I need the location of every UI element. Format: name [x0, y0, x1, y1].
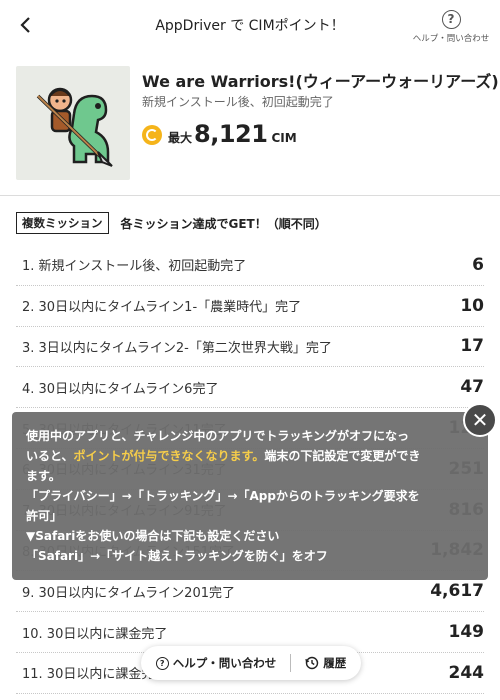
notice-line: 許可」 [26, 509, 63, 523]
notice-line: ▼Safariをお使いの場合は下記も設定ください [26, 529, 280, 543]
max-label: 最大 [168, 131, 193, 145]
notice-line: 使用中のアプリと、チャレンジ中のアプリでトラッキングがオフになっ [26, 429, 410, 443]
floating-action-bar: ? ヘルプ・問い合わせ 履歴 [141, 646, 361, 680]
history-link[interactable]: 履歴 [305, 655, 346, 671]
notice-text: 端末の下記設定で変更ができ [264, 449, 421, 463]
mission-row: 3. 3日以内にタイムライン2-「第二次世界大戦」完了 17 [16, 327, 484, 368]
points-unit: CIM [271, 131, 297, 145]
coin-icon [142, 125, 162, 145]
history-link-label: 履歴 [323, 656, 347, 670]
notice-line: いると、ポイントが付与できなくなります。端末の下記設定で変更ができ [26, 446, 474, 466]
top-bar: AppDriver で CIMポイント！ ? ヘルプ・問い合わせ [0, 0, 500, 52]
mission-text: 3. 3日以内にタイムライン2-「第二次世界大戦」完了 [22, 340, 332, 356]
divider [0, 195, 500, 196]
mission-points: 4,617 [430, 581, 484, 602]
section-header: 複数ミッション 各ミッション達成でGET！（順不同） [16, 212, 327, 234]
mission-points: 149 [448, 622, 485, 643]
app-name: We are Warriors!(ウィーアーウォーリアーズ) [142, 72, 499, 91]
history-icon [305, 656, 319, 670]
help-button[interactable]: ? ヘルプ・問い合わせ [410, 8, 492, 44]
notice-text: いると、 [26, 449, 74, 463]
max-points: 8,121 [194, 120, 268, 148]
help-icon: ? [441, 9, 461, 29]
mission-text: 4. 30日以内にタイムライン6完了 [22, 381, 219, 397]
help-label: ヘルプ・問い合わせ [412, 33, 490, 44]
help-link-label: ヘルプ・問い合わせ [172, 656, 277, 670]
app-subtitle: 新規インストール後、初回起動完了 [142, 95, 334, 109]
notice-line: 「Safari」→「サイト越えトラッキングを防ぐ」をオフ [26, 549, 328, 563]
notice-highlight: ポイントが付与できなくなります。 [73, 449, 265, 463]
mission-row: 2. 30日以内にタイムライン1-「農業時代」完了 10 [16, 286, 484, 327]
help-icon: ? [155, 656, 169, 670]
notice-line: ます。 [26, 469, 61, 483]
mission-points: 244 [448, 662, 485, 683]
mission-text: 2. 30日以内にタイムライン1-「農業時代」完了 [22, 300, 302, 316]
reward: 最大 8,121 CIM [142, 120, 297, 148]
mission-text: 1. 新規インストール後、初回起動完了 [22, 259, 247, 275]
help-link[interactable]: ? ヘルプ・問い合わせ [155, 655, 277, 671]
app-info: We are Warriors!(ウィーアーウォーリアーズ) 新規インストール後… [16, 66, 499, 182]
notice-line: 「プライバシー」→「トラッキング」→「Appからのトラッキング要求を [26, 489, 420, 503]
mission-text: 9. 30日以内にタイムライン201完了 [22, 585, 235, 601]
mission-points: 6 [472, 254, 484, 275]
app-thumbnail [16, 66, 130, 180]
mission-text: 10. 30日以内に課金完了 [22, 626, 168, 642]
mission-points: 17 [460, 336, 484, 357]
section-note: 各ミッション達成でGET！（順不同） [120, 216, 327, 231]
tracking-notice: 使用中のアプリと、チャレンジ中のアプリでトラッキングがオフになっ いると、ポイン… [12, 412, 488, 580]
multi-mission-tag: 複数ミッション [16, 212, 109, 234]
mission-row: 4. 30日以内にタイムライン6完了 47 [16, 367, 484, 409]
mission-points: 47 [460, 377, 484, 398]
separator [290, 654, 292, 672]
mission-row: 1. 新規インストール後、初回起動完了 6 [16, 245, 484, 286]
mission-points: 10 [460, 295, 484, 316]
close-icon[interactable]: ✕ [463, 403, 497, 437]
